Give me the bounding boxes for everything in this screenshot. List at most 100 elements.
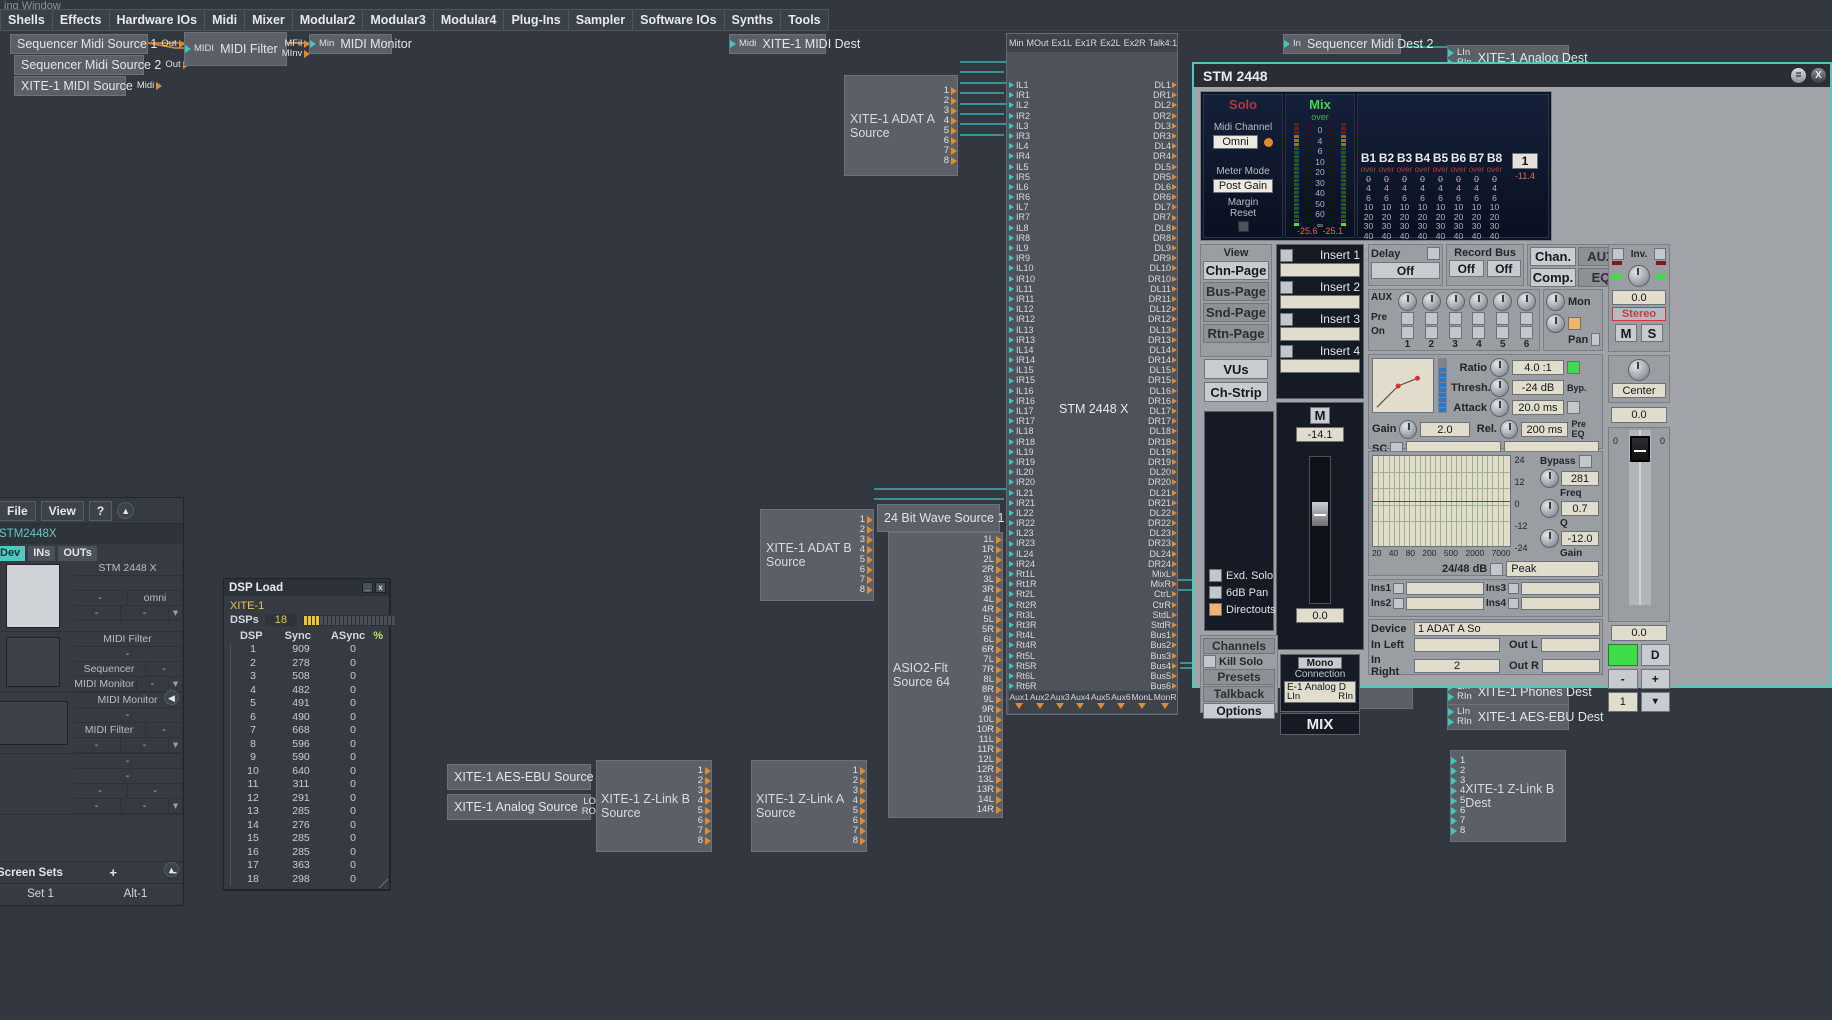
output-port-triangle-icon[interactable] bbox=[705, 817, 711, 825]
resize-grip-icon[interactable] bbox=[379, 879, 388, 888]
patch-canvas[interactable]: Sequencer Midi Source 1 Out Sequencer Mi… bbox=[0, 31, 1832, 1020]
menu-item-software-ios[interactable]: Software IOs bbox=[632, 9, 725, 31]
compressor-curve-graph[interactable] bbox=[1372, 358, 1434, 413]
output-port-triangle-icon[interactable] bbox=[1172, 133, 1177, 140]
master-value[interactable]: 0.0 bbox=[1612, 290, 1666, 305]
eq-q-value[interactable]: 0.7 bbox=[1561, 501, 1599, 516]
output-port-triangle-icon[interactable] bbox=[1172, 550, 1177, 557]
eq-freq-knob[interactable] bbox=[1540, 469, 1559, 488]
output-port-triangle-icon[interactable] bbox=[951, 106, 957, 115]
output-port-triangle-icon[interactable] bbox=[951, 136, 957, 145]
menu-item-modular3[interactable]: Modular3 bbox=[362, 9, 434, 31]
input-port-triangle-icon[interactable] bbox=[1009, 133, 1014, 140]
output-port-triangle-icon[interactable] bbox=[951, 116, 957, 125]
output-port-triangle-icon[interactable] bbox=[1172, 194, 1177, 201]
stm-footer-port[interactable]: Aux5 bbox=[1091, 692, 1110, 709]
ins4-checkbox[interactable] bbox=[1508, 598, 1520, 609]
close-button[interactable]: x bbox=[375, 582, 386, 593]
output-port-triangle-icon[interactable] bbox=[1172, 662, 1177, 669]
dock-row-stm2448x[interactable]: STM 2448 X - omni - - ▾ bbox=[0, 561, 183, 632]
rel-value[interactable]: 200 ms bbox=[1520, 421, 1569, 437]
insert-4-checkbox[interactable] bbox=[1280, 344, 1293, 358]
aux-2-on-checkbox[interactable] bbox=[1424, 326, 1438, 339]
output-port-triangle-icon[interactable] bbox=[1172, 611, 1177, 618]
output-port-triangle-icon[interactable] bbox=[996, 616, 1002, 624]
input-port-triangle-icon[interactable] bbox=[1009, 357, 1014, 364]
output-port-triangle-icon[interactable] bbox=[860, 817, 866, 825]
channel-gain-value[interactable]: 0.0 bbox=[1296, 608, 1344, 623]
option-row-directouts[interactable]: Directouts bbox=[1209, 603, 1276, 616]
input-port-triangle-icon[interactable] bbox=[1009, 326, 1014, 333]
input-port-triangle-icon[interactable] bbox=[1009, 530, 1014, 537]
minimize-button[interactable]: = bbox=[1791, 68, 1806, 83]
output-port-triangle-icon[interactable] bbox=[1172, 306, 1177, 313]
input-port-triangle-icon[interactable] bbox=[1009, 499, 1014, 506]
output-port-triangle-icon[interactable] bbox=[1172, 499, 1177, 506]
output-port-triangle-icon[interactable] bbox=[1172, 234, 1177, 241]
attack-knob[interactable] bbox=[1490, 398, 1509, 417]
aux-5-on-checkbox[interactable] bbox=[1496, 326, 1510, 339]
help-button[interactable]: ? bbox=[88, 500, 113, 521]
input-port-triangle-icon[interactable] bbox=[1448, 693, 1454, 701]
output-port-triangle-icon[interactable] bbox=[860, 797, 866, 805]
stm-header-port[interactable]: Ex1L bbox=[1052, 38, 1073, 48]
insert-4-slot[interactable] bbox=[1280, 359, 1360, 373]
menu-item-hardware-ios[interactable]: Hardware IOs bbox=[108, 9, 206, 31]
out-left-value[interactable] bbox=[1540, 638, 1600, 652]
input-port-triangle-icon[interactable] bbox=[1009, 296, 1014, 303]
talkback-button[interactable]: Talkback bbox=[1203, 686, 1275, 702]
node-stm-2448-x[interactable]: Min MOut Ex1L Ex1R Ex2L Ex2R Talk 4:1 IL1 IR1 IL… bbox=[1006, 33, 1178, 715]
node-asio2-flt-source-64[interactable]: ASIO2-Flt Source 64 1L 1R 2L 2R 3L 3R 4L 4R 5L 5R… bbox=[888, 532, 1003, 818]
ins1-checkbox[interactable] bbox=[1393, 583, 1405, 594]
channel-fader[interactable] bbox=[1309, 456, 1331, 604]
ins1-field[interactable] bbox=[1406, 582, 1485, 595]
output-port-triangle-icon[interactable] bbox=[1172, 245, 1177, 252]
aux-6-on-checkbox[interactable] bbox=[1520, 326, 1534, 339]
node-sequencer-midi-dest-2[interactable]: In Sequencer Midi Dest 2 bbox=[1283, 34, 1433, 54]
input-port-triangle-icon[interactable] bbox=[1009, 224, 1014, 231]
aux-3-pre-checkbox[interactable] bbox=[1448, 312, 1462, 325]
output-port-triangle-icon[interactable] bbox=[1172, 418, 1177, 425]
stm-footer-port[interactable]: Aux4 bbox=[1071, 692, 1090, 709]
input-port-triangle-icon[interactable] bbox=[1009, 173, 1014, 180]
output-port-triangle-icon[interactable] bbox=[996, 686, 1002, 694]
input-port-triangle-icon[interactable] bbox=[1009, 418, 1014, 425]
input-port-triangle-icon[interactable] bbox=[1009, 672, 1014, 679]
aux-4-pre-checkbox[interactable] bbox=[1472, 312, 1486, 325]
menu-item-tools[interactable]: Tools bbox=[780, 9, 829, 31]
output-port-triangle-icon[interactable] bbox=[1172, 316, 1177, 323]
menu-item-effects[interactable]: Effects bbox=[51, 9, 110, 31]
decrement-button[interactable]: - bbox=[1608, 669, 1638, 689]
aux-5-knob[interactable] bbox=[1493, 292, 1513, 311]
aux-4-on-checkbox[interactable] bbox=[1472, 326, 1486, 339]
output-port-triangle-icon[interactable] bbox=[1172, 224, 1177, 231]
output-port-triangle-icon[interactable] bbox=[996, 586, 1002, 594]
master-index-value[interactable]: 1 bbox=[1608, 692, 1638, 712]
input-port-triangle-icon[interactable] bbox=[1009, 245, 1014, 252]
output-port-triangle-icon[interactable] bbox=[1116, 703, 1125, 709]
inv-left-checkbox[interactable] bbox=[1612, 248, 1624, 260]
input-port-triangle-icon[interactable] bbox=[1451, 817, 1457, 825]
output-port-triangle-icon[interactable] bbox=[705, 827, 711, 835]
ins4-field[interactable] bbox=[1521, 597, 1600, 610]
comp-gain-knob[interactable] bbox=[1399, 419, 1418, 439]
mon-knob[interactable] bbox=[1546, 292, 1565, 311]
output-port-triangle-icon[interactable] bbox=[996, 656, 1002, 664]
input-port-triangle-icon[interactable] bbox=[1009, 642, 1014, 649]
node-xite1-midi-source[interactable]: XITE-1 MIDI Source Midi bbox=[14, 76, 163, 96]
input-port-triangle-icon[interactable] bbox=[1009, 540, 1014, 547]
in-right-value[interactable]: 2 bbox=[1414, 659, 1500, 673]
input-port-triangle-icon[interactable] bbox=[310, 40, 316, 48]
chevron-down-icon[interactable]: ▾ bbox=[169, 738, 183, 752]
output-port-triangle-icon[interactable] bbox=[867, 526, 873, 534]
output-port-triangle-icon[interactable] bbox=[1172, 540, 1177, 547]
output-port-triangle-icon[interactable] bbox=[1172, 346, 1177, 353]
insert-3-checkbox[interactable] bbox=[1280, 312, 1293, 326]
mono-button[interactable]: Mono bbox=[1298, 657, 1342, 669]
output-port-triangle-icon[interactable] bbox=[1076, 703, 1085, 709]
output-port-triangle-icon[interactable] bbox=[1096, 703, 1105, 709]
output-port-triangle-icon[interactable] bbox=[867, 566, 873, 574]
output-port-triangle-icon[interactable] bbox=[1172, 82, 1177, 89]
output-port-triangle-icon[interactable] bbox=[1161, 703, 1170, 709]
channel-fader-handle[interactable] bbox=[1311, 501, 1329, 527]
